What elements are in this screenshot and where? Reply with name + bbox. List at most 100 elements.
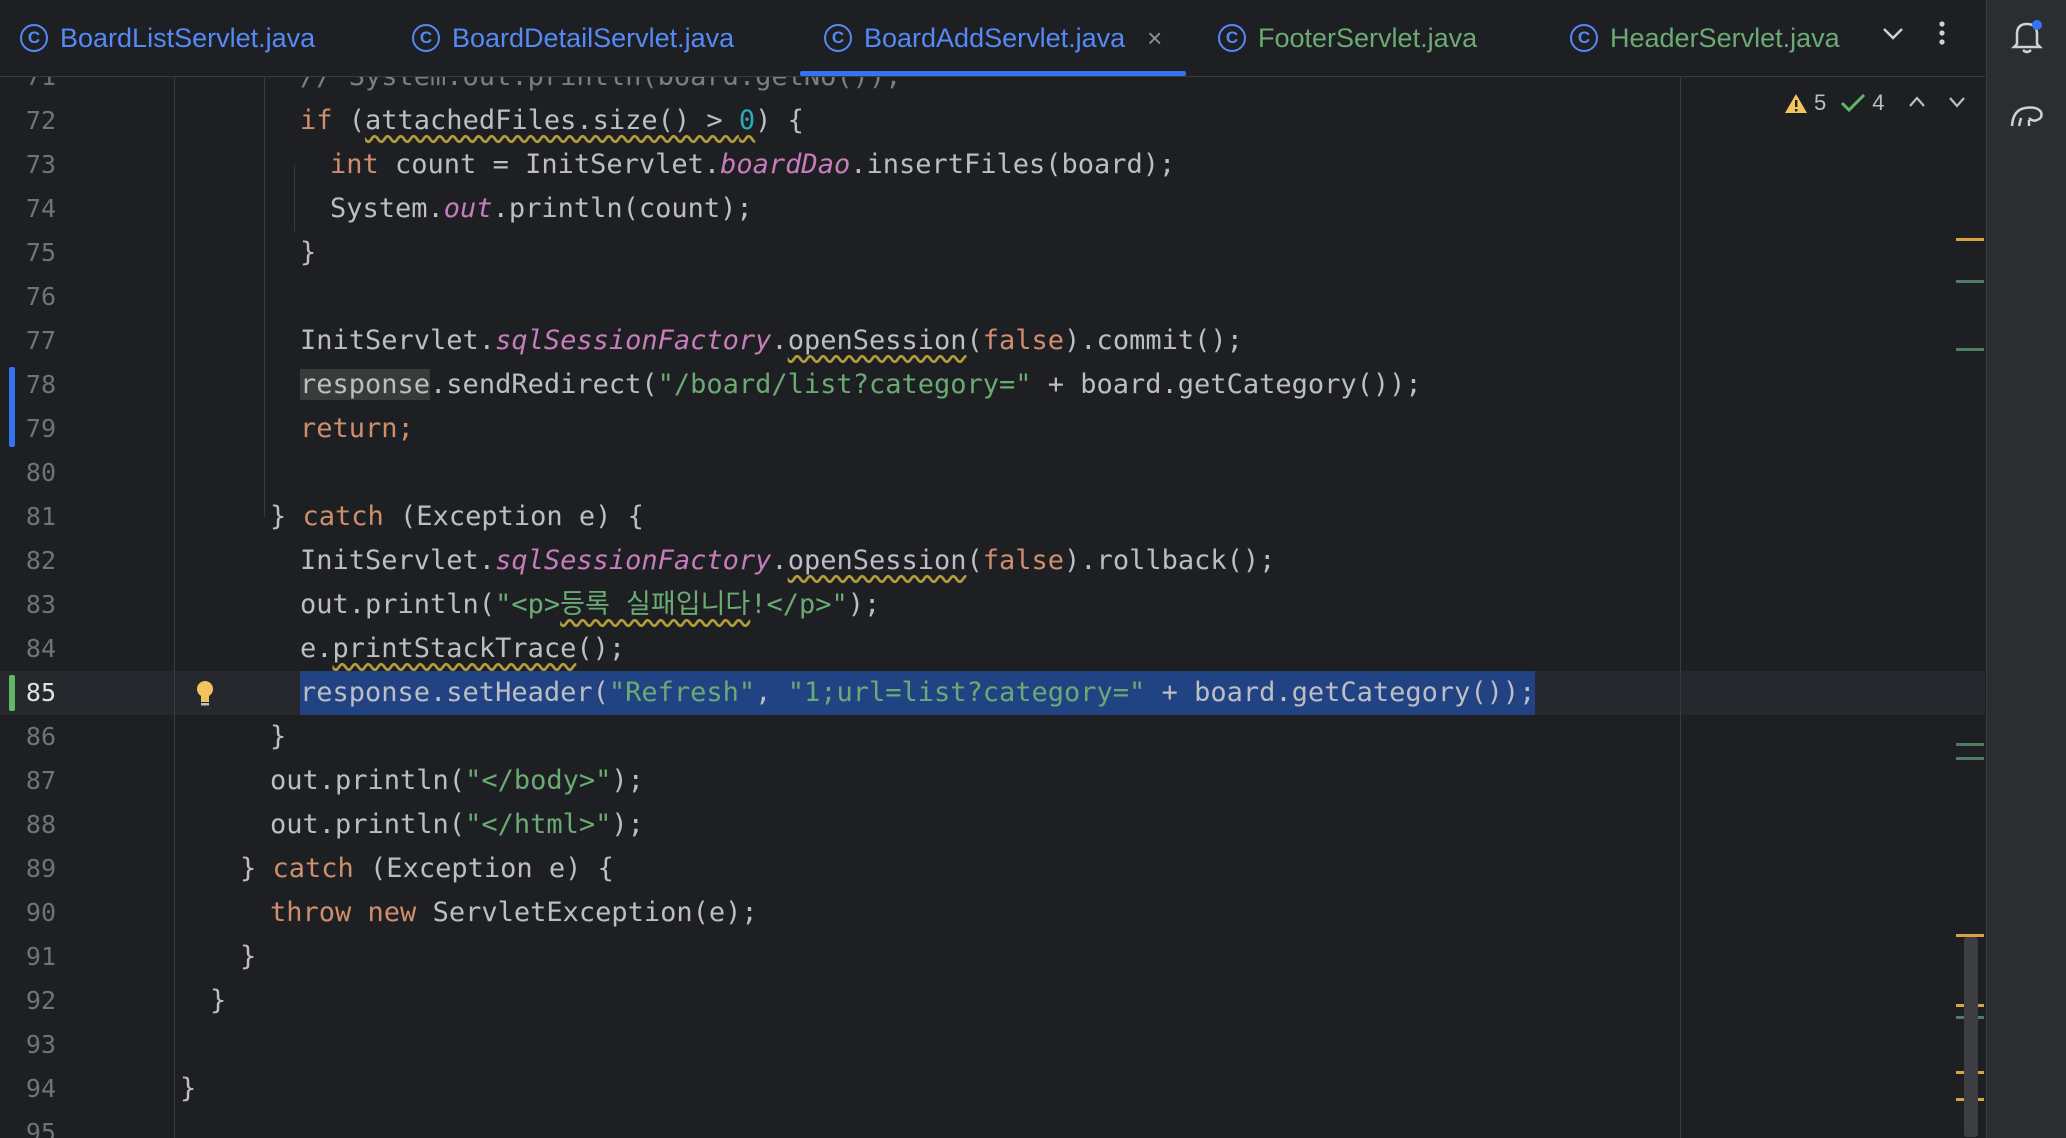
active-tab-indicator — [800, 71, 1187, 76]
code-line: 74 System.out.println(count); — [0, 187, 1985, 231]
change-stripe-mark[interactable] — [1956, 743, 1984, 746]
line-number: 93 — [25, 1030, 56, 1059]
change-stripe-mark[interactable] — [1956, 348, 1984, 351]
line-number: 87 — [25, 766, 56, 795]
code-text: e.printStackTrace(); — [300, 633, 626, 664]
line-number: 71 — [0, 77, 56, 99]
code-line: 77 InitServlet.sqlSessionFactory.openSes… — [0, 319, 1985, 363]
code-line: 81 } catch (Exception e) { — [0, 495, 1985, 539]
line-number: 83 — [25, 590, 56, 619]
code-line: 88 out.println("</html>"); — [0, 803, 1985, 847]
code-editor[interactable]: 71 // System.out.println(board.getNo());… — [0, 77, 1985, 1138]
tab-footer-servlet[interactable]: C FooterServlet.java — [1218, 0, 1477, 76]
code-line: 82 InitServlet.sqlSessionFactory.openSes… — [0, 539, 1985, 583]
line-number: 74 — [25, 194, 56, 223]
line-number: 94 — [25, 1074, 56, 1103]
change-stripe-mark[interactable] — [1956, 757, 1984, 760]
code-line: 90 throw new ServletException(e); — [0, 891, 1985, 935]
code-text: return; — [300, 413, 414, 444]
line-number: 86 — [25, 722, 56, 751]
class-icon: C — [20, 24, 48, 52]
code-line-current: 85 response.setHeader("Refresh", "1;url=… — [0, 671, 1985, 715]
right-margin-guide — [1680, 77, 1681, 1138]
line-number: 81 — [25, 502, 56, 531]
code-text: } — [270, 721, 287, 752]
line-number: 92 — [25, 986, 56, 1015]
code-text: out.println("</html>"); — [270, 809, 644, 840]
indent-guide — [294, 165, 295, 231]
indent-guide — [264, 77, 265, 517]
class-icon: C — [412, 24, 440, 52]
code-line: 80 — [0, 451, 1985, 495]
line-number: 82 — [25, 546, 56, 575]
right-tool-strip — [1986, 0, 2066, 1138]
line-number: 72 — [25, 106, 56, 135]
class-icon: C — [1570, 24, 1598, 52]
vertical-scrollbar-thumb[interactable] — [1964, 937, 1978, 1137]
editor-tab-bar: C BoardListServlet.java C BoardDetailSer… — [0, 0, 1985, 77]
code-text: out.println("</body>"); — [270, 765, 644, 796]
code-text: } — [300, 237, 317, 268]
code-line: 72 if (attachedFiles.size() > 0) { — [0, 99, 1985, 143]
code-line: 91 } — [0, 935, 1985, 979]
code-text: if (attachedFiles.size() > 0) { — [300, 105, 804, 136]
tab-board-add-servlet[interactable]: C BoardAddServlet.java × — [800, 0, 1187, 76]
line-number: 84 — [25, 634, 56, 663]
code-text: out.println("<p>등록 실패입니다!</p>"); — [300, 589, 881, 620]
more-options-icon[interactable] — [1932, 18, 1952, 56]
code-text: } — [180, 1073, 197, 1104]
code-text: int count = InitServlet.boardDao.insertF… — [330, 149, 1176, 180]
class-icon: C — [1218, 24, 1246, 52]
code-line: 71 // System.out.println(board.getNo()); — [0, 77, 1985, 99]
code-text: // System.out.println(board.getNo()); — [300, 77, 901, 99]
code-line: 93 — [0, 1023, 1985, 1067]
tab-label: BoardAddServlet.java — [864, 22, 1126, 53]
tab-label: FooterServlet.java — [1258, 22, 1478, 53]
line-number: 75 — [25, 238, 56, 267]
line-number: 88 — [25, 810, 56, 839]
vcs-modified-marker[interactable] — [9, 367, 15, 447]
line-number: 76 — [25, 282, 56, 311]
class-icon: C — [824, 24, 852, 52]
code-text-selected: response.setHeader("Refresh", "1;url=lis… — [300, 671, 1536, 715]
code-text: InitServlet.sqlSessionFactory.openSessio… — [300, 545, 1276, 576]
code-line: 75 } — [0, 231, 1985, 275]
notifications-bell-icon[interactable] — [2007, 16, 2047, 56]
line-number: 90 — [25, 898, 56, 927]
database-tool-icon[interactable] — [2007, 96, 2047, 136]
tab-board-list-servlet[interactable]: C BoardListServlet.java — [20, 0, 315, 76]
warning-stripe-mark[interactable] — [1956, 238, 1984, 241]
code-line: 95 — [0, 1111, 1985, 1138]
code-line: 78 response.sendRedirect("/board/list?ca… — [0, 363, 1985, 407]
indent-guide — [174, 77, 175, 1138]
code-line: 94 } — [0, 1067, 1985, 1111]
close-icon[interactable]: × — [1147, 23, 1162, 54]
chevron-down-icon[interactable] — [1880, 18, 1906, 56]
tab-label: BoardListServlet.java — [60, 22, 316, 53]
lightbulb-icon[interactable] — [194, 679, 216, 709]
code-text: } — [210, 985, 227, 1016]
code-line: 86 } — [0, 715, 1985, 759]
line-number: 95 — [25, 1118, 56, 1138]
tab-label: HeaderServlet.java — [1610, 22, 1840, 53]
code-text: InitServlet.sqlSessionFactory.openSessio… — [300, 325, 1243, 356]
line-number: 89 — [25, 854, 56, 883]
code-line: 73 int count = InitServlet.boardDao.inse… — [0, 143, 1985, 187]
tab-header-servlet[interactable]: C HeaderServlet.java — [1570, 0, 1840, 76]
vcs-added-marker[interactable] — [9, 675, 15, 711]
code-line: 84 e.printStackTrace(); — [0, 627, 1985, 671]
code-text: } — [240, 941, 257, 972]
code-text: System.out.println(count); — [330, 193, 753, 224]
line-number: 80 — [25, 458, 56, 487]
code-text: } catch (Exception e) { — [240, 853, 614, 884]
code-text: } catch (Exception e) { — [270, 501, 644, 532]
code-line: 79 return; — [0, 407, 1985, 451]
tab-board-detail-servlet[interactable]: C BoardDetailServlet.java — [412, 0, 734, 76]
tab-label: BoardDetailServlet.java — [452, 22, 735, 53]
code-text: throw new ServletException(e); — [270, 897, 758, 928]
line-number: 91 — [25, 942, 56, 971]
code-line: 89 } catch (Exception e) { — [0, 847, 1985, 891]
line-number: 73 — [25, 150, 56, 179]
code-line: 92 } — [0, 979, 1985, 1023]
change-stripe-mark[interactable] — [1956, 280, 1984, 283]
